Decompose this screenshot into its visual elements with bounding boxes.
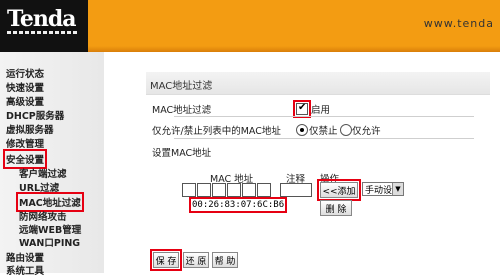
header-url: www.tenda — [423, 17, 494, 30]
logo: Tenda — [7, 6, 76, 32]
sidebar-item-routing[interactable]: 路由设置 — [6, 250, 44, 264]
logo-underline — [7, 31, 77, 34]
sidebar-item-management[interactable]: 修改管理 — [6, 136, 44, 150]
main-content: MAC地址过滤 MAC地址过滤 ✔ 启用 仅允许/禁止列表中的MAC地址 仅禁止… — [104, 52, 500, 273]
sidebar-item-wan-ping[interactable]: WAN口PING — [19, 235, 80, 249]
mac-octet-input[interactable] — [257, 183, 271, 197]
sidebar-item-status[interactable]: 运行状态 — [6, 66, 44, 80]
header: Tenda www.tenda — [0, 0, 500, 52]
deny-label: 仅禁止 — [309, 126, 338, 137]
mac-octet-input[interactable] — [242, 183, 256, 197]
panel-title: MAC地址过滤 — [150, 81, 213, 92]
add-button[interactable]: <<添加 — [317, 179, 361, 201]
sidebar-item-client-filter[interactable]: 客户端过滤 — [19, 166, 67, 180]
sidebar-item-security[interactable]: 安全设置 — [2, 149, 48, 169]
set-mac-label: 设置MAC地址 — [152, 148, 212, 159]
sidebar-item-mac-filter[interactable]: MAC地址过滤 — [16, 192, 84, 212]
chevron-down-icon: ▼ — [392, 183, 403, 195]
divider — [174, 116, 474, 117]
panel-title-bar: MAC地址过滤 — [146, 72, 490, 95]
sidebar-item-url-filter[interactable]: URL过滤 — [19, 180, 59, 194]
help-button[interactable]: 帮 助 — [212, 252, 238, 268]
filter-label: MAC地址过滤 — [152, 105, 212, 116]
mac-filter-panel: MAC地址过滤 MAC地址过滤 ✔ 启用 仅允许/禁止列表中的MAC地址 仅禁止… — [146, 72, 490, 272]
sidebar-item-remote-web[interactable]: 远端WEB管理 — [19, 222, 81, 236]
restore-button[interactable]: 还 原 — [183, 252, 209, 268]
save-button[interactable]: 保 存 — [150, 249, 182, 271]
delete-button[interactable]: 删 除 — [320, 200, 352, 216]
sidebar: 运行状态 快速设置 高级设置 DHCP服务器 虚拟服务器 修改管理 安全设置 客… — [0, 52, 104, 277]
sidebar-item-advanced[interactable]: 高级设置 — [6, 94, 44, 108]
mac-octet-input[interactable] — [227, 183, 241, 197]
mac-octet-input[interactable] — [197, 183, 211, 197]
mode-select[interactable]: 手动设置 ▼ — [362, 182, 404, 196]
sidebar-item-virtual-server[interactable]: 虚拟服务器 — [6, 122, 54, 136]
mac-list-entry[interactable]: 00:26:83:07:6C:B6 — [188, 197, 288, 213]
sidebar-item-tools[interactable]: 系统工具 — [6, 263, 44, 277]
sidebar-item-quick-setup[interactable]: 快速设置 — [6, 80, 44, 94]
allow-label: 仅允许 — [352, 126, 381, 137]
sidebar-item-dhcp[interactable]: DHCP服务器 — [6, 108, 64, 122]
note-input[interactable] — [280, 183, 312, 197]
radio-dot-icon — [300, 128, 304, 132]
sidebar-item-anti-attack[interactable]: 防网络攻击 — [19, 209, 67, 223]
mac-octet-input[interactable] — [182, 183, 196, 197]
mode-label: 仅允许/禁止列表中的MAC地址 — [152, 126, 281, 137]
check-icon: ✔ — [298, 102, 307, 113]
mac-octet-input[interactable] — [212, 183, 226, 197]
enable-checkbox[interactable]: ✔ — [293, 100, 311, 118]
deny-radio[interactable] — [296, 124, 308, 136]
divider — [174, 138, 474, 139]
allow-radio[interactable] — [340, 124, 352, 136]
logo-block: Tenda — [0, 0, 88, 52]
enable-label: 启用 — [311, 105, 331, 116]
footer-bar: 保 存 还 原 帮 助 — [104, 248, 500, 273]
